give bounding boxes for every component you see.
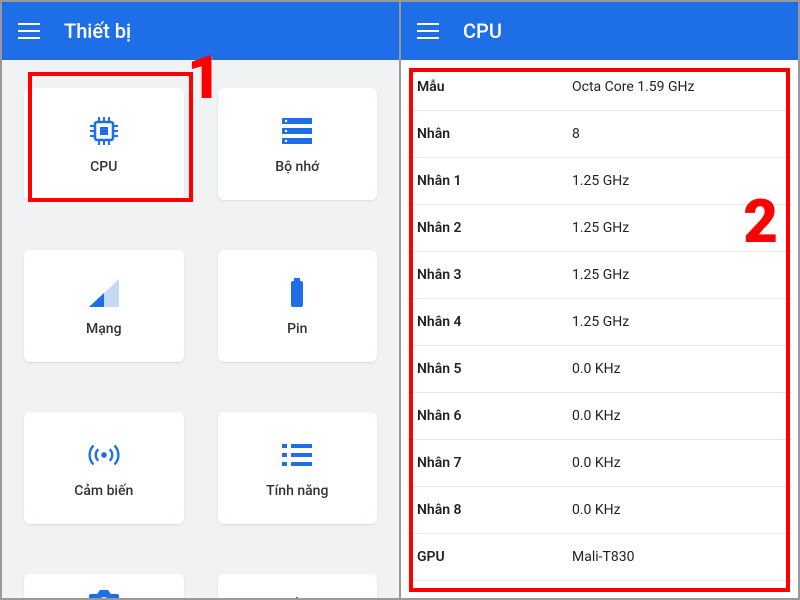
tile-label: Tính năng xyxy=(266,483,328,499)
cpu-panel: CPU MẫuOcta Core 1.59 GHz Nhân8 Nhân 11.… xyxy=(401,2,798,598)
signal-icon xyxy=(86,275,122,311)
detail-row: MẫuOcta Core 1.59 GHz xyxy=(407,64,792,111)
detail-label: Nhân 1 xyxy=(417,173,572,189)
appbar-right: CPU xyxy=(401,2,798,60)
camera-icon xyxy=(86,583,122,598)
page-title-left: Thiết bị xyxy=(64,19,131,43)
tile-camera[interactable]: Máy ảnh xyxy=(24,574,184,598)
list-icon xyxy=(279,437,315,473)
detail-label: Nhân 7 xyxy=(417,455,572,471)
detail-value: 1.25 GHz xyxy=(572,314,629,330)
detail-row: Nhân 11.25 GHz xyxy=(407,158,792,205)
detail-value: 8 xyxy=(572,126,580,142)
detail-row: Nhân8 xyxy=(407,111,792,158)
detail-label: Nhân 6 xyxy=(417,408,572,424)
battery-icon xyxy=(279,275,315,311)
detail-label: GPU xyxy=(417,549,572,565)
cpu-detail-list: MẫuOcta Core 1.59 GHz Nhân8 Nhân 11.25 G… xyxy=(407,64,792,581)
tile-cpu[interactable]: CPU xyxy=(24,88,184,200)
detail-label: Nhân 4 xyxy=(417,314,572,330)
menu-icon[interactable] xyxy=(417,23,439,39)
menu-icon[interactable] xyxy=(18,23,40,39)
detail-row: Nhân 60.0 KHz xyxy=(407,393,792,440)
speed-icon xyxy=(279,583,315,598)
tile-network[interactable]: Mạng xyxy=(24,250,184,362)
detail-label: Mẫu xyxy=(417,79,572,95)
detail-label: Nhân 5 xyxy=(417,361,572,377)
storage-icon xyxy=(279,113,315,149)
tile-memory[interactable]: Bộ nhớ xyxy=(218,88,378,200)
detail-value: Mali-T830 xyxy=(572,549,634,565)
detail-value: 1.25 GHz xyxy=(572,173,629,189)
sensor-icon xyxy=(86,437,122,473)
detail-value: 1.25 GHz xyxy=(572,220,629,236)
detail-row: GPUMali-T830 xyxy=(407,534,792,581)
tile-sensor[interactable]: Cảm biến xyxy=(24,412,184,524)
tile-label: Mạng xyxy=(86,321,122,337)
tile-label: Cảm biến xyxy=(74,483,133,499)
device-panel: Thiết bị CPU Bộ nhớ Mạng xyxy=(2,2,401,598)
detail-label: Nhân 3 xyxy=(417,267,572,283)
detail-value: 0.0 KHz xyxy=(572,408,621,424)
device-grid-container: CPU Bộ nhớ Mạng Pin xyxy=(2,60,399,598)
detail-value: 0.0 KHz xyxy=(572,361,621,377)
chip-icon xyxy=(86,113,122,149)
detail-row: Nhân 31.25 GHz xyxy=(407,252,792,299)
detail-row: Nhân 41.25 GHz xyxy=(407,299,792,346)
appbar-left: Thiết bị xyxy=(2,2,399,60)
detail-row: Nhân 80.0 KHz xyxy=(407,487,792,534)
page-title-right: CPU xyxy=(463,19,502,43)
tile-label: CPU xyxy=(90,159,117,175)
tile-battery[interactable]: Pin xyxy=(218,250,378,362)
detail-label: Nhân 8 xyxy=(417,502,572,518)
detail-row: Nhân 50.0 KHz xyxy=(407,346,792,393)
detail-row: Nhân 70.0 KHz xyxy=(407,440,792,487)
detail-value: 1.25 GHz xyxy=(572,267,629,283)
detail-value: 0.0 KHz xyxy=(572,455,621,471)
detail-label: Nhân xyxy=(417,126,572,142)
detail-value: Octa Core 1.59 GHz xyxy=(572,79,694,95)
tile-test[interactable]: Kiểm tra xyxy=(218,574,378,598)
detail-label: Nhân 2 xyxy=(417,220,572,236)
tile-label: Pin xyxy=(287,321,307,337)
tile-label: Bộ nhớ xyxy=(275,159,319,175)
tile-features[interactable]: Tính năng xyxy=(218,412,378,524)
cpu-detail-container: MẫuOcta Core 1.59 GHz Nhân8 Nhân 11.25 G… xyxy=(401,60,798,598)
detail-row: Nhân 21.25 GHz xyxy=(407,205,792,252)
detail-value: 0.0 KHz xyxy=(572,502,621,518)
device-grid: CPU Bộ nhớ Mạng Pin xyxy=(24,88,377,594)
